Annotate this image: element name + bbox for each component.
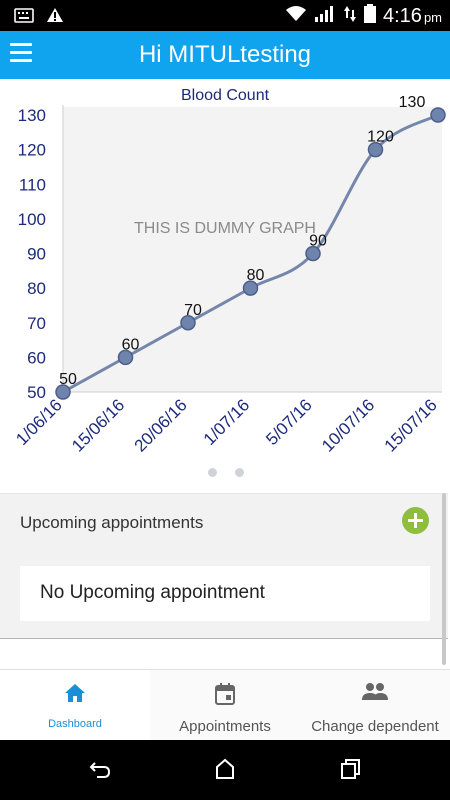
data-label: 50	[59, 371, 77, 388]
data-label: 120	[367, 129, 394, 146]
empty-appointment-card: No Upcoming appointment	[20, 566, 430, 621]
data-icon	[343, 5, 357, 28]
scrollbar[interactable]	[442, 493, 446, 665]
data-label: 70	[184, 302, 202, 319]
nav-appointments[interactable]: Appointments	[150, 670, 300, 741]
status-bar: 4:16 pm	[0, 0, 450, 31]
data-point	[430, 107, 446, 123]
plot-area	[63, 107, 442, 392]
pager-dot-1[interactable]	[208, 468, 217, 477]
nav-change-dependent[interactable]: Change dependent	[300, 670, 450, 741]
appointments-header: Upcoming appointments	[0, 493, 448, 550]
appointments-list: No Upcoming appointment	[0, 549, 448, 639]
plus-circle-icon[interactable]	[402, 507, 429, 534]
y-tick-label: 80	[27, 279, 46, 298]
chart-pager	[208, 468, 244, 477]
y-tick-label: 100	[18, 210, 46, 229]
pager-dot-2[interactable]	[235, 468, 244, 477]
x-tick-label: 10/07/16	[318, 395, 378, 455]
people-icon	[361, 682, 389, 707]
x-tick-label: 1/06/16	[12, 395, 66, 449]
y-tick-label: 60	[27, 348, 46, 367]
system-nav-bar	[0, 740, 450, 800]
home-icon	[63, 682, 87, 709]
data-label: 130	[399, 94, 426, 111]
home-nav-icon[interactable]	[214, 758, 236, 785]
status-time: 4:16	[383, 5, 422, 27]
recents-icon[interactable]	[339, 758, 361, 785]
calendar-icon	[214, 682, 236, 711]
x-tick-label: 15/06/16	[68, 395, 128, 455]
signal-icon	[313, 5, 337, 28]
data-label: 60	[122, 336, 140, 353]
section-title: Upcoming appointments	[20, 513, 204, 532]
x-tick-label: 1/07/16	[200, 395, 254, 449]
y-tick-label: 130	[18, 106, 46, 125]
chart-svg: Blood Count THIS IS DUMMY GRAPH 50 60 70 80 90…	[12, 87, 446, 456]
keyboard-icon	[14, 7, 34, 28]
nav-dashboard[interactable]: Dashboard	[0, 670, 150, 741]
page-title: Hi MITULtesting	[138, 41, 312, 68]
y-tick-label: 50	[27, 383, 46, 402]
status-ampm: pm	[423, 10, 442, 25]
nav-label-appointments: Appointments	[179, 718, 271, 735]
chart-title: Blood Count	[181, 87, 270, 104]
x-tick-label: 5/07/16	[262, 395, 316, 449]
warning-icon	[46, 7, 64, 28]
y-tick-label: 90	[27, 245, 46, 264]
chart-watermark: THIS IS DUMMY GRAPH	[134, 220, 316, 237]
data-label: 90	[309, 233, 327, 250]
y-tick-label: 110	[19, 175, 46, 194]
bottom-nav: Dashboard Appointments Change dependent	[0, 669, 450, 741]
y-tick-label: 120	[18, 141, 46, 160]
back-icon[interactable]	[88, 758, 112, 785]
nav-label-change-dependent: Change dependent	[311, 718, 439, 735]
battery-icon	[363, 4, 377, 29]
x-tick-label: 20/06/16	[131, 395, 191, 455]
wifi-icon	[285, 5, 307, 28]
y-tick-label: 70	[27, 314, 46, 333]
empty-message: No Upcoming appointment	[40, 582, 265, 603]
data-label: 80	[247, 267, 265, 284]
nav-label-dashboard: Dashboard	[48, 718, 102, 730]
blood-count-chart: Blood Count THIS IS DUMMY GRAPH 50 60 70 80 90…	[0, 79, 450, 490]
app-bar: Hi MITULtesting	[0, 31, 450, 79]
x-tick-label: 15/07/16	[381, 395, 441, 455]
